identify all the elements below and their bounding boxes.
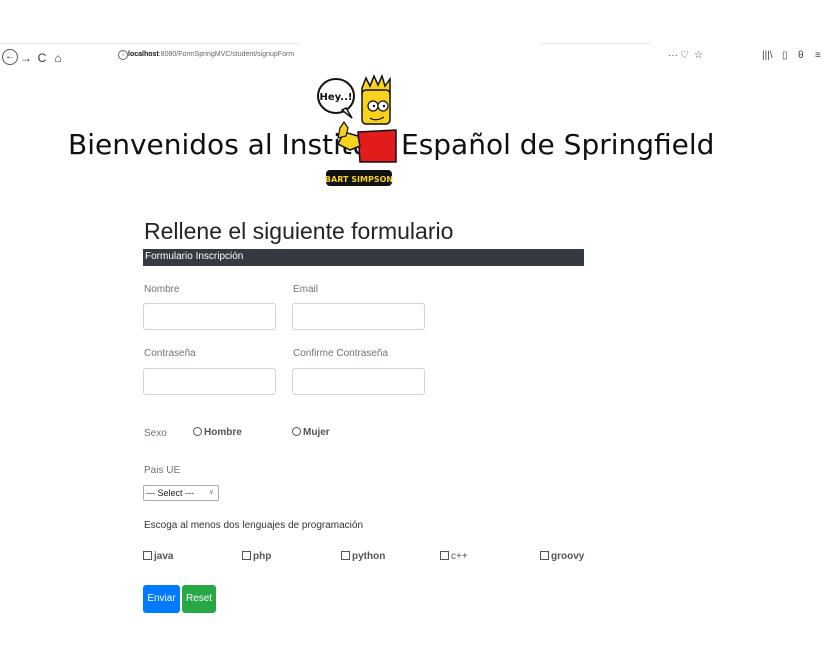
radio-circle-icon[interactable] — [292, 427, 301, 436]
speech-bubble-text: Hey..! — [320, 92, 353, 103]
nombre-label: Nombre — [144, 284, 180, 295]
tab-strip — [0, 0, 828, 44]
checkbox-cpp[interactable]: c++ — [440, 551, 468, 562]
back-button[interactable]: ← — [2, 49, 18, 65]
checkbox-icon[interactable] — [540, 551, 549, 560]
checkbox-java-label: java — [154, 551, 174, 562]
bookmark-star-icon[interactable]: ☆ — [694, 50, 703, 61]
url-text[interactable]: localhost:8080/FormSpringMVC/student/sig… — [128, 51, 294, 58]
url-host: localhost — [128, 51, 159, 58]
checkbox-icon[interactable] — [440, 551, 449, 560]
checkbox-php[interactable]: php — [242, 551, 271, 562]
forward-button[interactable]: → — [20, 50, 32, 66]
radio-hombre-label: Hombre — [204, 427, 242, 438]
home-icon: ⌂ — [54, 51, 62, 65]
checkbox-python[interactable]: python — [341, 551, 385, 562]
checkbox-icon[interactable] — [143, 551, 152, 560]
pais-select[interactable]: --- Select --- ∨ — [143, 485, 219, 501]
sexo-label: Sexo — [144, 428, 167, 439]
checkbox-php-label: php — [253, 551, 272, 562]
checkbox-groovy[interactable]: groovy — [540, 551, 584, 562]
checkbox-groovy-label: groovy — [551, 551, 585, 562]
submit-button[interactable]: Enviar — [143, 585, 180, 613]
nombre-input[interactable] — [143, 303, 276, 330]
reset-button[interactable]: Reset — [182, 585, 216, 613]
radio-hombre[interactable]: Hombre — [193, 427, 242, 438]
form-section-header: Formulario Inscripción — [143, 249, 584, 266]
forward-arrow-icon: → — [20, 51, 32, 65]
radio-mujer[interactable]: Mujer — [292, 427, 330, 438]
library-icon[interactable]: |||\ — [762, 50, 773, 61]
confirm-password-label: Confirme Contraseña — [293, 348, 389, 359]
checkbox-java[interactable]: java — [143, 551, 173, 562]
back-arrow-icon: ← — [5, 51, 15, 62]
password-input[interactable] — [143, 368, 276, 395]
confirm-password-input[interactable] — [292, 368, 425, 395]
pais-selected-value: --- Select --- — [146, 488, 194, 498]
hero-title-right: Español de Springfield — [401, 128, 715, 161]
password-label: Contraseña — [144, 348, 196, 359]
radio-mujer-label: Mujer — [303, 427, 330, 438]
page-actions-icon[interactable]: ··· — [668, 50, 678, 61]
sidebar-icon[interactable]: ▯ — [782, 50, 788, 61]
reload-button[interactable]: C — [36, 50, 48, 66]
checkbox-cpp-label: c++ — [451, 551, 468, 562]
checkbox-icon[interactable] — [341, 551, 350, 560]
form-title: Rellene el siguiente formulario — [144, 218, 454, 244]
email-label: Email — [293, 284, 319, 295]
pocket-icon[interactable]: ♡ — [680, 50, 689, 61]
account-icon[interactable]: θ — [798, 50, 804, 61]
url-path: :8080/FormSpringMVC/student/signupForm — [158, 51, 295, 58]
form-section-label: Formulario Inscripción — [145, 251, 244, 262]
checkbox-python-label: python — [352, 551, 386, 562]
lenguajes-label: Escoga al menos dos lenguajes de program… — [144, 520, 364, 531]
pais-label: Pais UE — [144, 465, 181, 476]
bart-simpson-logo: Hey..! BART SIMPSON — [317, 73, 397, 186]
checkbox-icon[interactable] — [242, 551, 251, 560]
bart-logo-text: BART SIMPSON — [325, 175, 393, 184]
reload-icon: C — [37, 51, 47, 65]
email-input[interactable] — [292, 303, 425, 330]
menu-icon[interactable]: ≡ — [815, 50, 821, 61]
home-button[interactable]: ⌂ — [52, 50, 64, 66]
chevron-down-icon: ∨ — [208, 489, 214, 496]
radio-circle-icon[interactable] — [193, 427, 202, 436]
info-icon[interactable]: i — [118, 50, 128, 60]
